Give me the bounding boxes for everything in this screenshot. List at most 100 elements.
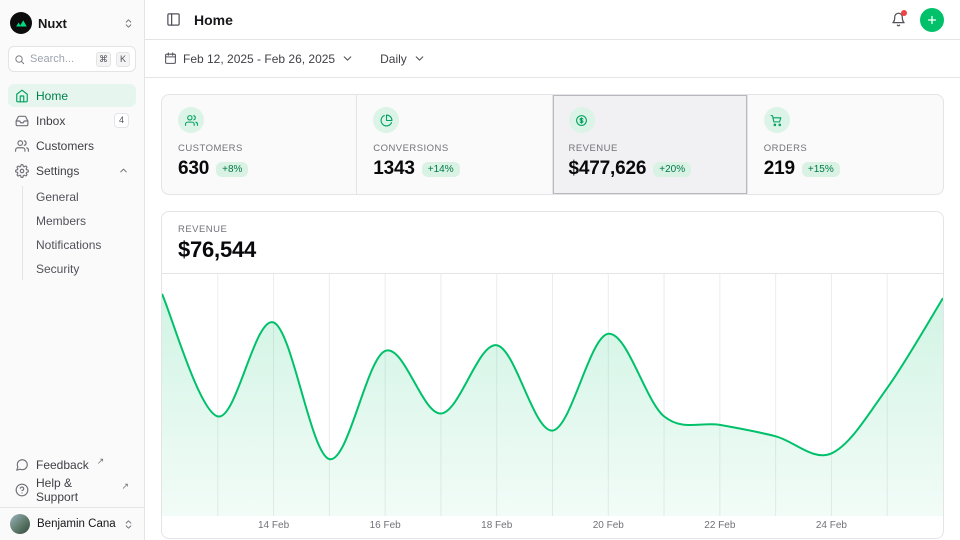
help-support-link[interactable]: Help & Support ↗ <box>8 478 136 501</box>
inbox-count-badge: 4 <box>114 113 129 128</box>
stat-value: 630 <box>178 158 209 180</box>
sidebar-item-customers[interactable]: Customers <box>8 134 136 157</box>
stat-card-revenue[interactable]: REVENUE $477,626 +20% <box>553 95 748 194</box>
sidebar-item-members[interactable]: Members <box>28 210 136 232</box>
sidebar-item-label: Home <box>36 89 68 103</box>
date-range-picker[interactable]: Feb 12, 2025 - Feb 26, 2025 <box>158 47 360 71</box>
sidebar-item-notifications[interactable]: Notifications <box>28 234 136 256</box>
stat-label: CONVERSIONS <box>373 143 535 154</box>
sidebar-item-settings[interactable]: Settings <box>8 159 136 182</box>
sidebar-item-general[interactable]: General <box>28 186 136 208</box>
settings-sub-nav: General Members Notifications Security <box>22 186 136 280</box>
x-axis-tick-label: 18 Feb <box>481 520 512 531</box>
pie-chart-icon <box>373 107 399 133</box>
content-area: CUSTOMERS 630 +8% CONVERSIONS 1343 +14% <box>145 78 960 540</box>
kbd-k: K <box>116 52 130 67</box>
stat-card-conversions[interactable]: CONVERSIONS 1343 +14% <box>357 95 552 194</box>
nuxt-logo-icon <box>10 12 32 34</box>
stat-delta-badge: +20% <box>653 162 691 177</box>
inbox-icon <box>15 114 29 128</box>
x-axis-tick-label: 24 Feb <box>816 520 847 531</box>
stat-label: ORDERS <box>764 143 927 154</box>
feedback-link[interactable]: Feedback ↗ <box>8 453 136 476</box>
sidebar-item-security[interactable]: Security <box>28 258 136 280</box>
page-title: Home <box>194 12 233 28</box>
stats-grid: CUSTOMERS 630 +8% CONVERSIONS 1343 +14% <box>161 94 944 195</box>
stat-delta-badge: +8% <box>216 162 248 177</box>
header-actions <box>886 8 944 32</box>
sub-item-label: Notifications <box>36 238 101 252</box>
date-range-label: Feb 12, 2025 - Feb 26, 2025 <box>183 52 335 66</box>
chart-title: REVENUE <box>178 224 927 235</box>
stat-card-customers[interactable]: CUSTOMERS 630 +8% <box>162 95 357 194</box>
sidebar-item-inbox[interactable]: Inbox 4 <box>8 109 136 132</box>
granularity-label: Daily <box>380 52 407 66</box>
stat-label: CUSTOMERS <box>178 143 340 154</box>
revenue-area-chart <box>162 274 943 516</box>
plus-icon <box>926 14 938 26</box>
shopping-cart-icon <box>764 107 790 133</box>
chevron-up-icon <box>118 165 129 176</box>
search-input[interactable]: Search... ⌘ K <box>8 46 136 72</box>
sub-item-label: General <box>36 190 79 204</box>
sidebar-spacer <box>8 282 136 453</box>
footer-link-label: Help & Support <box>36 476 113 504</box>
stat-label: REVENUE <box>569 143 731 154</box>
team-selector[interactable]: Nuxt <box>8 10 136 36</box>
app-root: Nuxt Search... ⌘ K Home Inbox 4 Customer… <box>0 0 960 540</box>
x-axis-tick-label: 22 Feb <box>704 520 735 531</box>
user-name: Benjamin Canac <box>37 518 116 530</box>
sidebar-item-home[interactable]: Home <box>8 84 136 107</box>
stat-value: 219 <box>764 158 795 180</box>
message-bubble-icon <box>15 458 29 472</box>
sub-item-label: Members <box>36 214 86 228</box>
calendar-icon <box>164 52 177 65</box>
stat-card-orders[interactable]: ORDERS 219 +15% <box>748 95 943 194</box>
filter-bar: Feb 12, 2025 - Feb 26, 2025 Daily <box>145 40 960 78</box>
user-avatar <box>10 514 30 534</box>
sidebar-toggle-button[interactable] <box>161 8 185 32</box>
sidebar: Nuxt Search... ⌘ K Home Inbox 4 Customer… <box>0 0 145 540</box>
stat-delta-badge: +14% <box>422 162 460 177</box>
dollar-circle-icon <box>569 107 595 133</box>
chevron-down-icon <box>341 52 354 65</box>
gear-icon <box>15 164 29 178</box>
team-name: Nuxt <box>38 16 117 31</box>
external-link-icon: ↗ <box>97 456 105 467</box>
search-placeholder: Search... <box>30 53 91 65</box>
sidebar-item-label: Customers <box>36 139 94 153</box>
stat-value: $477,626 <box>569 158 647 180</box>
app-header: Home <box>145 0 960 40</box>
user-menu[interactable]: Benjamin Canac <box>0 507 144 540</box>
external-link-icon: ↗ <box>121 481 129 492</box>
x-axis-tick-label: 20 Feb <box>593 520 624 531</box>
stat-value: 1343 <box>373 158 415 180</box>
granularity-select[interactable]: Daily <box>374 47 432 71</box>
notification-dot <box>901 10 907 16</box>
sidebar-footer: Feedback ↗ Help & Support ↗ <box>8 453 136 507</box>
users-icon <box>15 139 29 153</box>
chevron-down-icon <box>413 52 426 65</box>
x-axis-labels: 14 Feb 16 Feb 18 Feb 20 Feb 22 Feb 24 Feb <box>162 516 943 538</box>
kbd-meta: ⌘ <box>96 52 111 67</box>
sidebar-item-label: Inbox <box>36 114 65 128</box>
users-icon <box>178 107 204 133</box>
x-axis-tick-label: 14 Feb <box>258 520 289 531</box>
chart-body[interactable]: 14 Feb 16 Feb 18 Feb 20 Feb 22 Feb 24 Feb <box>162 274 943 538</box>
search-icon <box>14 54 25 65</box>
chevrons-up-down-icon <box>123 519 134 530</box>
chevrons-up-down-icon <box>123 18 134 29</box>
x-axis-tick-label: 16 Feb <box>370 520 401 531</box>
help-circle-icon <box>15 483 29 497</box>
notifications-button[interactable] <box>886 8 910 32</box>
revenue-chart-card: REVENUE $76,544 14 Feb 16 Feb 18 Feb 20 Feb… <box>161 211 944 539</box>
main-panel: Home Feb 12, 2025 - Feb 26, 2025 Daily <box>145 0 960 540</box>
sub-item-label: Security <box>36 262 79 276</box>
sidebar-item-label: Settings <box>36 164 79 178</box>
footer-link-label: Feedback <box>36 458 89 472</box>
add-button[interactable] <box>920 8 944 32</box>
panel-left-icon <box>166 12 181 27</box>
sidebar-nav: Home Inbox 4 Customers Settings General … <box>8 84 136 282</box>
home-icon <box>15 89 29 103</box>
chart-total-value: $76,544 <box>178 237 927 263</box>
